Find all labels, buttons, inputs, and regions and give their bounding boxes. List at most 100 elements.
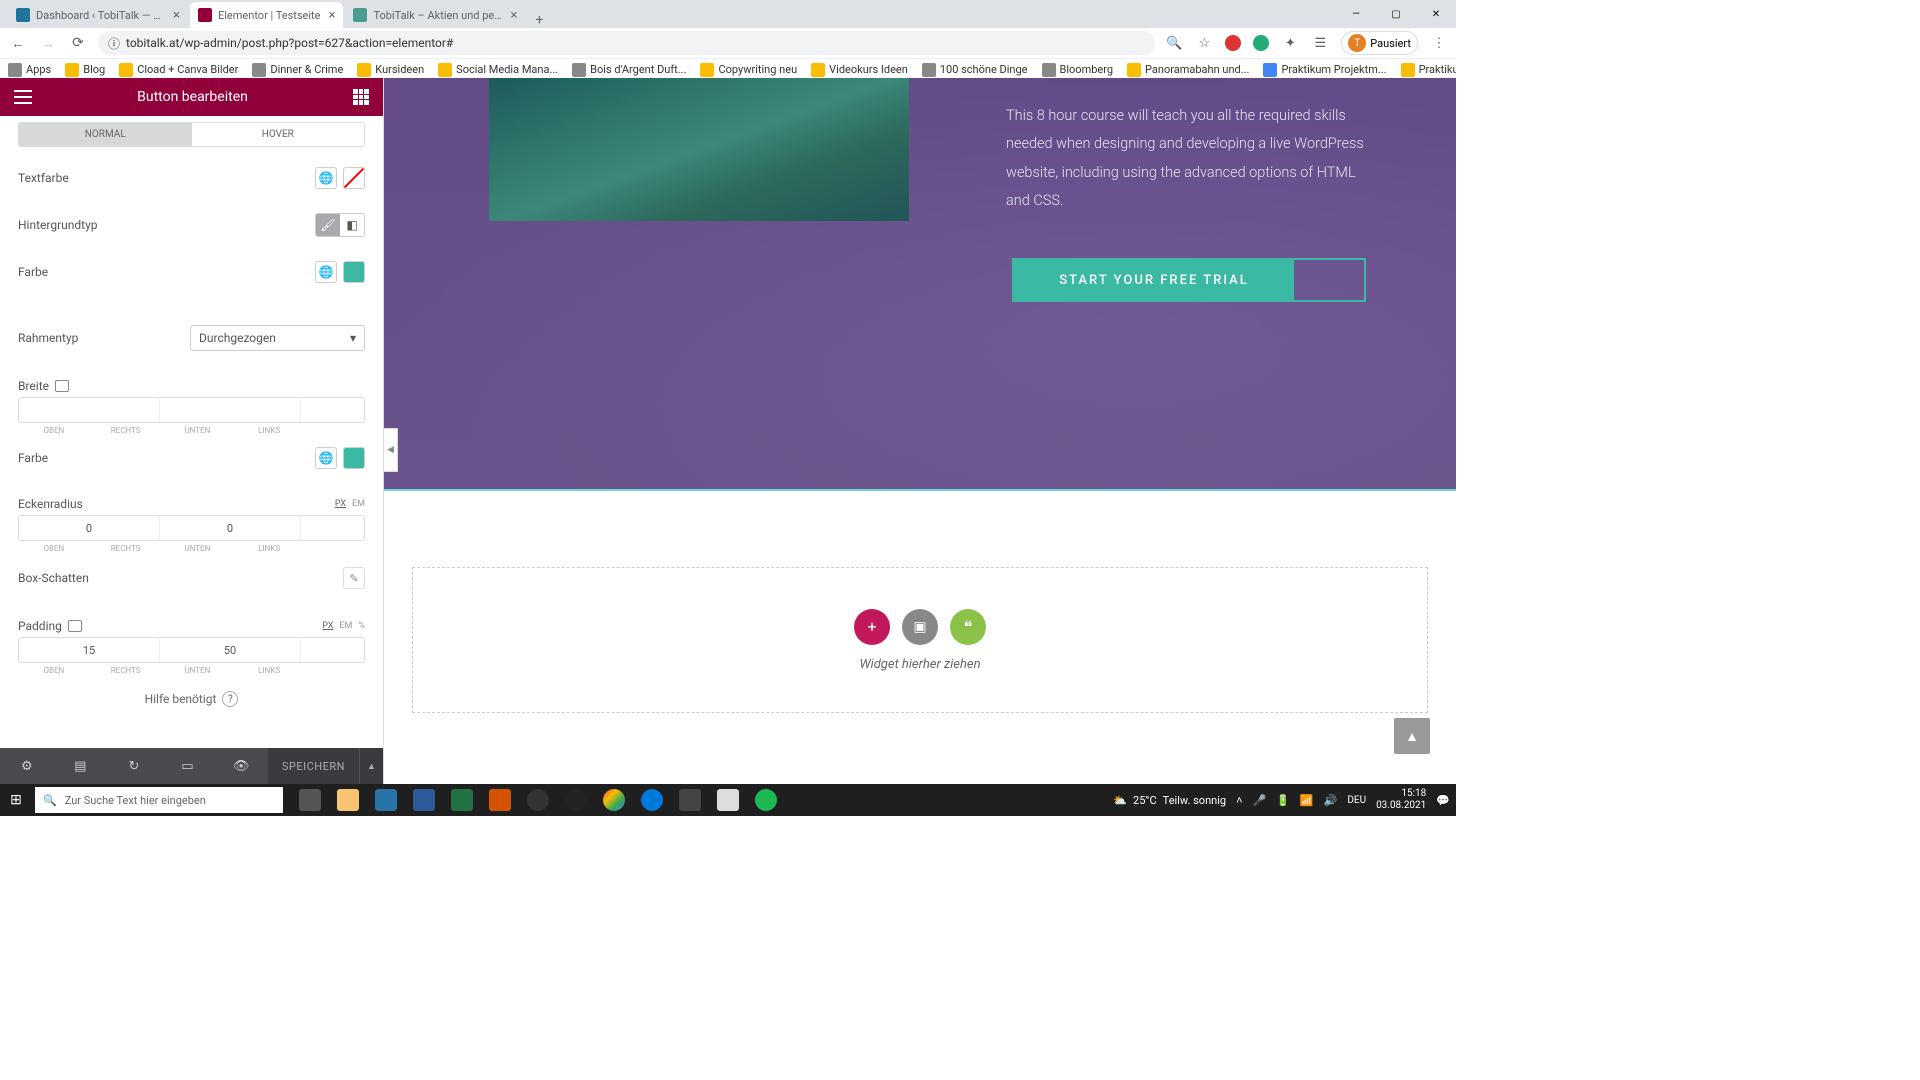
minimize-button[interactable]: — [1336, 0, 1376, 28]
taskview-icon[interactable] [291, 784, 329, 816]
bg-gradient-button[interactable]: ◧ [340, 214, 364, 236]
unit-em[interactable]: EM [352, 499, 365, 509]
forward-button[interactable]: → [38, 33, 58, 53]
wifi-icon[interactable]: 📶 [1300, 794, 1314, 807]
bookmark-apps[interactable]: Apps [8, 63, 51, 77]
globe-icon[interactable]: 🌐 [315, 261, 337, 283]
bookmark-cload[interactable]: Cload + Canva Bilder [119, 63, 238, 77]
bookmark-video[interactable]: Videokurs Ideen [811, 63, 908, 77]
close-icon[interactable]: × [511, 8, 518, 23]
ext-icon-2[interactable] [1253, 35, 1269, 51]
save-button[interactable]: SPEICHERN [268, 748, 359, 784]
outlook-icon[interactable] [367, 784, 405, 816]
weather-widget[interactable]: ⛅ 25°C Teilw. sonnig [1113, 794, 1226, 807]
tab-dashboard[interactable]: Dashboard ‹ TobiTalk — WordPr × [8, 2, 188, 28]
color-swatch-none[interactable] [343, 167, 365, 189]
edit-icon[interactable]: ✎ [343, 567, 365, 589]
padding-top[interactable] [19, 638, 160, 662]
bookmark-copy[interactable]: Copywriting neu [700, 63, 797, 77]
tab-elementor[interactable]: Elementor | Testseite × [190, 2, 343, 28]
save-options-button[interactable]: ▲ [359, 748, 383, 784]
ext-icon-1[interactable] [1225, 35, 1241, 51]
tab-tobitalk[interactable]: TobiTalk – Aktien und persönlich × [345, 2, 525, 28]
responsive-icon[interactable]: ▭ [161, 759, 215, 774]
bookmark-bois[interactable]: Bois d'Argent Duft... [572, 63, 686, 77]
powerpoint-icon[interactable] [481, 784, 519, 816]
device-icon[interactable] [68, 620, 82, 632]
excel-icon[interactable] [443, 784, 481, 816]
breite-right[interactable] [160, 398, 301, 422]
list-icon[interactable]: ☰ [1311, 34, 1329, 52]
unit-px[interactable]: PX [322, 621, 333, 631]
collapse-panel-button[interactable]: ◀ [384, 428, 398, 472]
unit-em[interactable]: EM [339, 621, 352, 631]
template-button[interactable]: ▣ [902, 609, 938, 645]
edge-icon[interactable] [633, 784, 671, 816]
breite-top[interactable] [19, 398, 160, 422]
star-icon[interactable]: ☆ [1195, 34, 1213, 52]
breite-bottom[interactable] [301, 398, 365, 422]
spotify-icon[interactable] [747, 784, 785, 816]
chevron-up-icon[interactable]: ˄ [1236, 794, 1242, 807]
scroll-top-button[interactable]: ▲ [1394, 718, 1430, 754]
bookmark-blog[interactable]: Blog [65, 63, 105, 77]
padding-bottom[interactable] [301, 638, 365, 662]
volume-icon[interactable]: 🔊 [1324, 794, 1338, 807]
bookmark-praktikum2[interactable]: Praktikum WU [1401, 63, 1456, 77]
extensions-icon[interactable]: ✦ [1281, 34, 1299, 52]
explorer-icon[interactable] [329, 784, 367, 816]
menu-icon[interactable] [14, 90, 32, 104]
reload-button[interactable]: ⟳ [68, 33, 88, 53]
globe-icon[interactable]: 🌐 [315, 447, 337, 469]
navigator-icon[interactable]: ▤ [54, 759, 108, 774]
device-icon[interactable] [55, 380, 69, 392]
padding-right[interactable] [160, 638, 301, 662]
bookmark-panorama[interactable]: Panoramabahn und... [1127, 63, 1249, 77]
app-icon-2[interactable] [671, 784, 709, 816]
close-icon[interactable]: × [329, 8, 336, 23]
zoom-icon[interactable]: 🔍 [1165, 34, 1183, 52]
unit-px[interactable]: PX [335, 499, 346, 509]
border-type-select[interactable]: Durchgezogen ▾ [190, 325, 365, 351]
bookmark-dinner[interactable]: Dinner & Crime [252, 63, 343, 77]
color-swatch-teal[interactable] [343, 261, 365, 283]
bg-classic-button[interactable]: 🖌 [316, 214, 340, 236]
profile-badge[interactable]: T Pausiert [1341, 31, 1418, 55]
globe-icon[interactable]: 🌐 [315, 167, 337, 189]
close-window-button[interactable]: ✕ [1416, 0, 1456, 28]
drop-section[interactable]: + ▣ ❝ Widget hierher ziehen [412, 567, 1428, 713]
lang-indicator[interactable]: DEU [1347, 795, 1366, 806]
radius-bottom[interactable] [301, 516, 365, 540]
unit-pct[interactable]: % [358, 621, 365, 631]
word-icon[interactable] [405, 784, 443, 816]
new-tab-button[interactable]: + [527, 12, 551, 28]
battery-icon[interactable]: 🔋 [1276, 794, 1290, 807]
notepad-icon[interactable] [709, 784, 747, 816]
cta-button[interactable]: START YOUR FREE TRIAL [1012, 258, 1366, 302]
envato-button[interactable]: ❝ [950, 609, 986, 645]
hero-section[interactable]: This 8 hour course will teach you all th… [384, 78, 1456, 491]
radius-right[interactable] [160, 516, 301, 540]
notifications-icon[interactable]: 💬 [1436, 794, 1450, 807]
app-icon[interactable] [519, 784, 557, 816]
settings-icon[interactable]: ⚙ [0, 759, 54, 774]
preview-icon[interactable]: 👁 [214, 759, 268, 774]
start-button[interactable]: ⊞ [0, 784, 32, 816]
obs-icon[interactable] [557, 784, 595, 816]
add-section-button[interactable]: + [854, 609, 890, 645]
tab-hover[interactable]: HOVER [192, 123, 365, 146]
back-button[interactable]: ← [8, 33, 28, 53]
history-icon[interactable]: ↻ [107, 759, 161, 774]
bookmark-100[interactable]: 100 schöne Dinge [922, 63, 1028, 77]
help-link[interactable]: Hilfe benötigt ? [18, 675, 365, 723]
mic-icon[interactable]: 🎤 [1253, 794, 1267, 807]
menu-icon[interactable]: ⋮ [1430, 34, 1448, 52]
bookmark-bloomberg[interactable]: Bloomberg [1042, 63, 1114, 77]
taskbar-search[interactable]: 🔍 Zur Suche Text hier eingeben [35, 787, 283, 813]
widgets-icon[interactable] [353, 89, 369, 105]
address-bar[interactable]: ⓘ tobitalk.at/wp-admin/post.php?post=627… [98, 31, 1155, 55]
bookmark-social[interactable]: Social Media Mana... [438, 63, 558, 77]
close-icon[interactable]: × [173, 8, 180, 23]
bookmark-praktikum1[interactable]: Praktikum Projektm... [1263, 63, 1386, 77]
clock[interactable]: 15:18 03.08.2021 [1376, 788, 1426, 812]
